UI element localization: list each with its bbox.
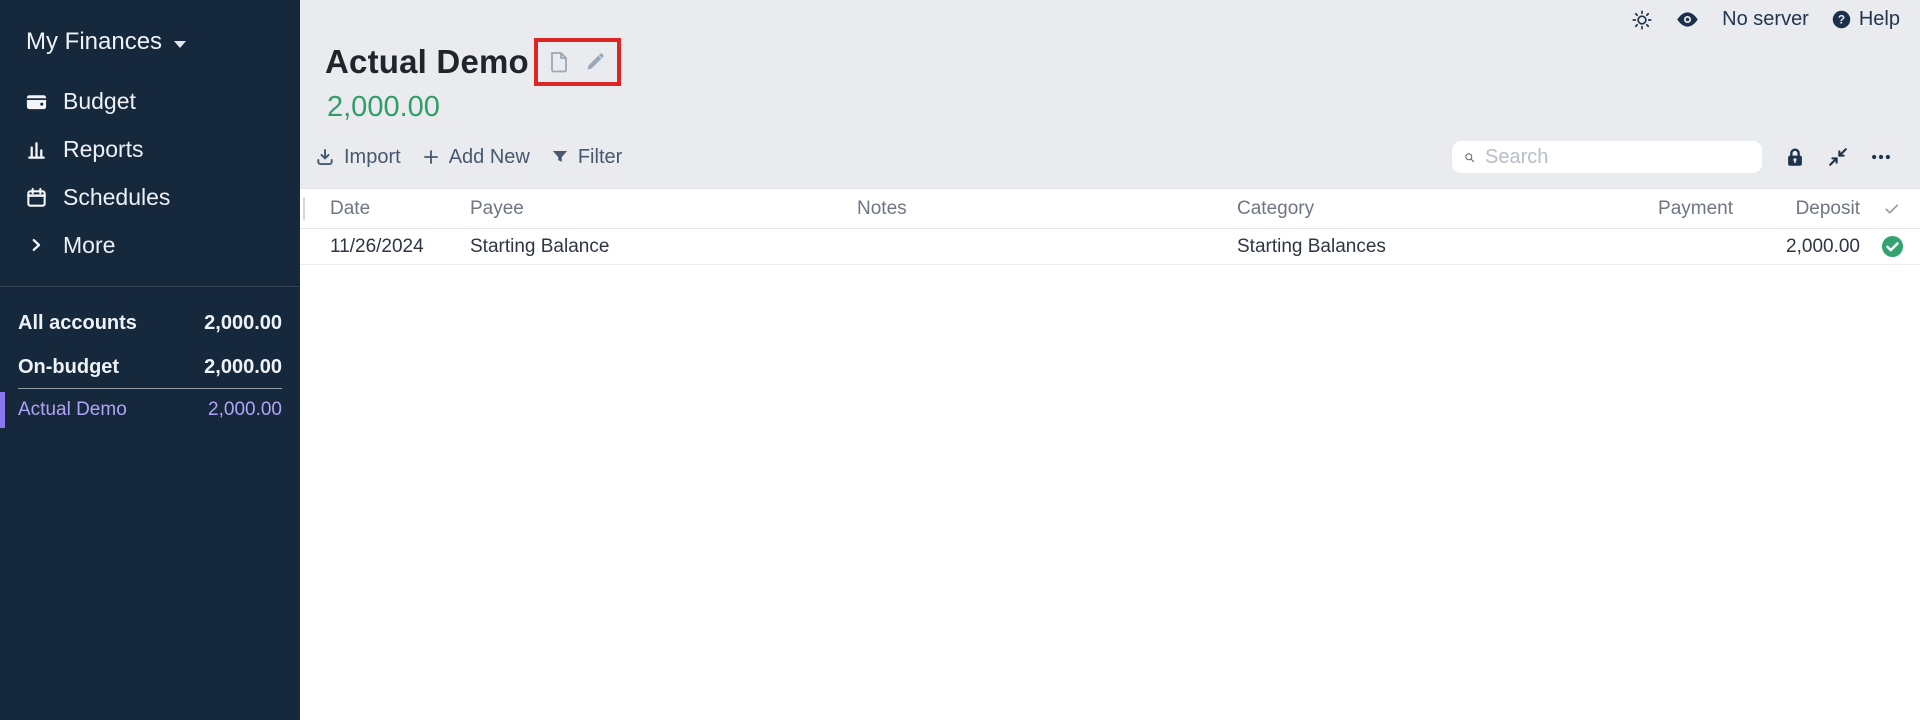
search-icon <box>1464 148 1475 167</box>
header-category: Category <box>1237 198 1577 220</box>
account-title[interactable]: Actual Demo <box>325 44 529 81</box>
account-toolbar: Import Add New Filter <box>315 139 1892 175</box>
sidebar-item-budget[interactable]: Budget <box>0 77 300 125</box>
wallet-icon <box>24 89 48 113</box>
cleared-check-icon[interactable] <box>1864 235 1920 258</box>
select-all-checkbox[interactable] <box>303 197 305 220</box>
lock-icon[interactable] <box>1784 146 1806 168</box>
header-payee: Payee <box>470 198 857 220</box>
account-balance: 2,000.00 <box>208 399 282 421</box>
cell-date[interactable]: 11/26/2024 <box>330 236 470 258</box>
account-balance[interactable]: 2,000.00 <box>327 91 621 124</box>
bar-chart-icon <box>24 137 48 161</box>
sidebar-nav: Budget Reports Schedules More <box>0 77 300 269</box>
account-header: Actual Demo 2,000.00 <box>325 38 621 124</box>
on-budget-label: On-budget <box>18 356 119 379</box>
help-label: Help <box>1859 8 1900 31</box>
account-page: No server ? Help Actual Demo 2,000.00 <box>300 0 1920 720</box>
sidebar: My Finances Budget Reports Schedules <box>0 0 300 720</box>
server-status[interactable]: No server <box>1722 8 1809 31</box>
edit-pencil-icon[interactable] <box>584 51 606 73</box>
ellipsis-icon[interactable] <box>1870 146 1892 168</box>
filter-label: Filter <box>578 146 622 169</box>
check-icon[interactable] <box>1864 200 1920 218</box>
svg-text:?: ? <box>1838 13 1845 27</box>
import-button[interactable]: Import <box>315 146 401 169</box>
all-accounts-balance: 2,000.00 <box>204 312 282 335</box>
note-icon[interactable] <box>549 51 569 73</box>
all-accounts-row[interactable]: All accounts 2,000.00 <box>0 300 300 347</box>
chevron-right-icon <box>24 233 48 257</box>
import-label: Import <box>344 146 401 169</box>
annotation-red-box <box>534 38 621 86</box>
header-date: Date <box>330 198 470 220</box>
budget-file-name: My Finances <box>26 28 162 56</box>
question-circle-icon: ? <box>1831 9 1852 30</box>
filter-funnel-icon <box>551 148 569 166</box>
table-header-row: Date Payee Notes Category Payment Deposi… <box>300 189 1920 229</box>
filter-button[interactable]: Filter <box>551 146 622 169</box>
sidebar-account-actual-demo[interactable]: Actual Demo 2,000.00 <box>0 392 300 428</box>
eye-icon[interactable] <box>1675 7 1700 32</box>
sun-icon[interactable] <box>1631 9 1653 31</box>
header-payment: Payment <box>1577 198 1737 220</box>
cell-category[interactable]: Starting Balances <box>1237 236 1577 258</box>
import-icon <box>315 147 335 167</box>
transaction-row: 11/26/2024 Starting Balance Starting Bal… <box>300 229 1920 265</box>
budget-file-menu[interactable]: My Finances <box>0 0 300 56</box>
sidebar-item-schedules[interactable]: Schedules <box>0 173 300 221</box>
add-new-button[interactable]: Add New <box>422 146 530 169</box>
header-notes: Notes <box>857 198 1237 220</box>
on-budget-row[interactable]: On-budget 2,000.00 <box>18 347 282 389</box>
actual-budget-app: My Finances Budget Reports Schedules <box>0 0 1920 720</box>
top-status-bar: No server ? Help <box>1631 7 1900 32</box>
all-accounts-label: All accounts <box>18 312 137 335</box>
sidebar-item-label: Reports <box>63 136 144 163</box>
sidebar-divider <box>0 286 300 287</box>
sidebar-item-reports[interactable]: Reports <box>0 125 300 173</box>
calendar-icon <box>24 185 48 209</box>
collapse-arrows-icon[interactable] <box>1827 146 1849 168</box>
transactions-table: Date Payee Notes Category Payment Deposi… <box>300 188 1920 720</box>
help-button[interactable]: ? Help <box>1831 8 1900 31</box>
cell-payee[interactable]: Starting Balance <box>470 236 857 258</box>
header-deposit: Deposit <box>1737 198 1864 220</box>
plus-icon <box>422 148 440 166</box>
sidebar-item-more[interactable]: More <box>0 221 300 269</box>
account-name: Actual Demo <box>18 399 127 421</box>
on-budget-balance: 2,000.00 <box>204 356 282 379</box>
sidebar-item-label: More <box>63 232 115 259</box>
sidebar-item-label: Budget <box>63 88 136 115</box>
add-new-label: Add New <box>449 146 530 169</box>
cell-deposit[interactable]: 2,000.00 <box>1737 236 1864 258</box>
search-input[interactable] <box>1485 146 1750 169</box>
chevron-down-icon <box>174 41 186 48</box>
search-box <box>1451 140 1763 174</box>
sidebar-item-label: Schedules <box>63 184 170 211</box>
